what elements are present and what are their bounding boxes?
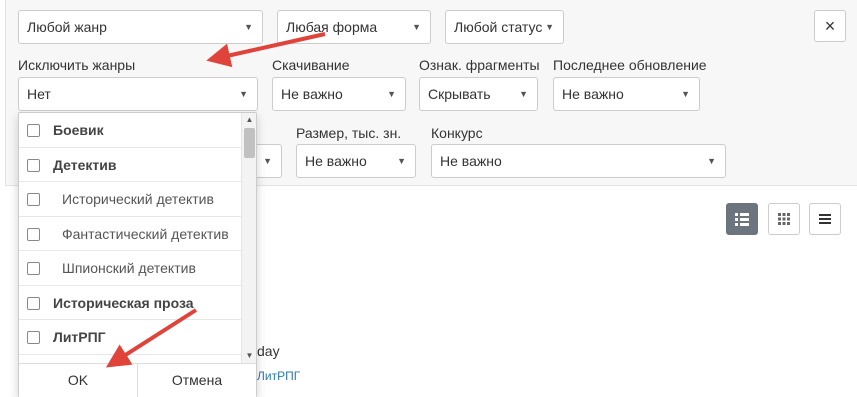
scroll-up-icon[interactable]: ▲ (242, 113, 257, 127)
background-genre-link[interactable]: ЛитРПГ (257, 369, 300, 383)
dropdown-footer: OK Отмена (19, 363, 256, 397)
size-label: Размер, тыс. зн. (296, 125, 402, 141)
genre-select[interactable]: Любой жанр ▼ (18, 10, 263, 44)
genre-option[interactable]: Детектив (19, 148, 241, 182)
exclude-genres-select[interactable]: Нет ▼ (18, 77, 258, 111)
cancel-button[interactable]: Отмена (137, 364, 256, 397)
exclude-genres-value: Нет (27, 86, 51, 102)
checkbox[interactable] (27, 158, 40, 172)
checkbox[interactable] (27, 124, 40, 137)
genre-option-label: Исторический детектив (62, 191, 214, 207)
exclude-genres-label: Исключить жанры (18, 57, 136, 73)
updated-label: Последнее обновление (553, 57, 707, 73)
checkbox[interactable] (27, 296, 40, 310)
updated-select[interactable]: Не важно ▼ (553, 77, 700, 111)
updated-select-value: Не важно (562, 86, 624, 102)
chevron-down-icon: ▼ (412, 22, 421, 32)
download-select-value: Не важно (281, 86, 343, 102)
fragments-label: Ознак. фрагменты (419, 57, 540, 73)
chevron-down-icon: ▼ (244, 22, 253, 32)
view-grid-button[interactable] (768, 203, 800, 235)
genre-option[interactable]: Фантастический детектив (19, 217, 241, 251)
fragments-select[interactable]: Скрывать ▼ (419, 77, 538, 111)
genre-option[interactable]: Боевик (19, 113, 241, 148)
chevron-down-icon: ▼ (545, 22, 554, 32)
chevron-down-icon: ▼ (681, 89, 690, 99)
download-select[interactable]: Не важно ▼ (272, 77, 406, 111)
genre-option-label: Шпионский детектив (62, 260, 196, 276)
checkbox[interactable] (27, 193, 40, 206)
genre-option-label: Историческая проза (53, 294, 194, 311)
genre-option-label: Боевик (53, 122, 104, 138)
scroll-down-icon[interactable]: ▼ (242, 349, 257, 363)
genre-option[interactable]: ЛитРПГ (19, 320, 241, 355)
genre-select-value: Любой жанр (27, 19, 107, 35)
view-list-detailed-button[interactable] (726, 203, 758, 235)
list-detailed-icon (735, 213, 749, 226)
close-icon: × (824, 16, 836, 36)
genre-option-label: ЛитРПГ (53, 329, 106, 345)
contest-select[interactable]: Не важно ▼ (431, 144, 726, 178)
chevron-down-icon: ▼ (519, 89, 528, 99)
form-select[interactable]: Любая форма ▼ (277, 10, 431, 44)
checkbox[interactable] (27, 227, 40, 241)
chevron-down-icon: ▼ (239, 89, 248, 99)
grid-icon (778, 213, 790, 225)
chevron-down-icon: ▼ (707, 156, 716, 166)
status-select-value: Любой статус (454, 19, 543, 35)
close-button[interactable]: × (814, 10, 846, 42)
background-day-text: day (257, 343, 280, 359)
chevron-down-icon: ▼ (263, 156, 272, 166)
contest-select-value: Не важно (440, 153, 502, 169)
list-icon (819, 214, 831, 224)
genre-option[interactable]: Шпионский детектив (19, 251, 241, 286)
view-list-button[interactable] (809, 203, 841, 235)
form-select-value: Любая форма (286, 19, 378, 35)
genre-option[interactable]: Историческая проза (19, 286, 241, 320)
dropdown-scrollbar[interactable]: ▲ ▼ (241, 113, 256, 363)
size-select-value: Не важно (305, 153, 367, 169)
chevron-down-icon: ▼ (387, 89, 396, 99)
genre-list: Боевик Детектив Исторический детектив Фа… (19, 113, 241, 363)
chevron-down-icon: ▼ (397, 156, 406, 166)
checkbox[interactable] (27, 262, 40, 275)
checkbox[interactable] (27, 331, 40, 344)
genre-option[interactable]: Исторический детектив (19, 182, 241, 217)
scrollbar-thumb[interactable] (244, 128, 255, 158)
contest-label: Конкурс (431, 125, 483, 141)
size-select[interactable]: Не важно ▼ (296, 144, 416, 178)
genre-option-label: Фантастический детектив (62, 225, 229, 242)
ok-button[interactable]: OK (19, 364, 137, 397)
status-select[interactable]: Любой статус ▼ (445, 10, 564, 44)
genre-option-label: Детектив (53, 156, 117, 173)
fragments-select-value: Скрывать (428, 86, 491, 102)
download-label: Скачивание (272, 57, 350, 73)
exclude-genres-dropdown: Боевик Детектив Исторический детектив Фа… (18, 112, 257, 397)
